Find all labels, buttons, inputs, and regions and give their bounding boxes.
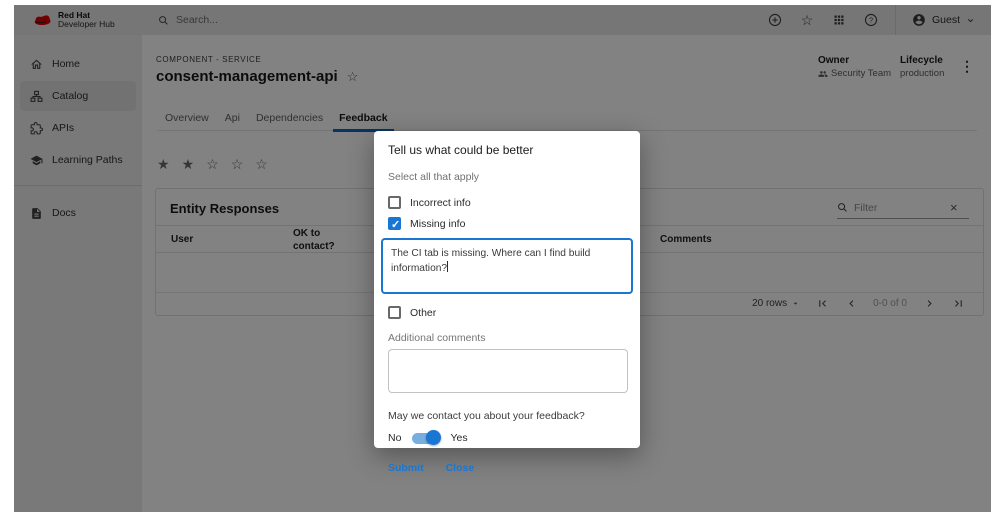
contact-toggle-switch[interactable] [410, 430, 441, 446]
toggle-no-label: No [388, 432, 401, 444]
select-all-label: Select all that apply [388, 171, 626, 183]
checkbox-label: Incorrect info [410, 197, 471, 209]
checkbox-unchecked-icon [388, 196, 401, 209]
app-window: Red Hat Developer Hub ☆ ? [14, 5, 991, 512]
missing-info-text: The CI tab is missing. Where can I find … [391, 248, 590, 274]
checkbox-other[interactable]: Other [388, 302, 626, 323]
toggle-yes-label: Yes [450, 432, 467, 444]
checkbox-unchecked-icon [388, 306, 401, 319]
text-cursor [447, 261, 448, 272]
submit-button[interactable]: Submit [388, 462, 424, 474]
additional-comments-textarea[interactable] [388, 349, 628, 393]
modal-actions: Submit Close [388, 462, 626, 474]
contact-toggle-row: No Yes [388, 430, 626, 446]
feedback-modal: Tell us what could be better Select all … [374, 131, 640, 448]
additional-comments-label: Additional comments [388, 332, 626, 344]
modal-title: Tell us what could be better [388, 143, 626, 157]
checkbox-checked-icon [388, 217, 401, 230]
contact-question: May we contact you about your feedback? [388, 410, 626, 422]
checkbox-label: Missing info [410, 218, 465, 230]
checkbox-label: Other [410, 307, 436, 319]
switch-thumb [426, 430, 441, 445]
missing-info-textarea[interactable]: The CI tab is missing. Where can I find … [381, 238, 633, 294]
checkbox-incorrect-info[interactable]: Incorrect info [388, 192, 626, 213]
page: Red Hat Developer Hub ☆ ? [0, 0, 1005, 521]
checkbox-missing-info[interactable]: Missing info [388, 213, 626, 234]
close-button[interactable]: Close [446, 462, 475, 474]
